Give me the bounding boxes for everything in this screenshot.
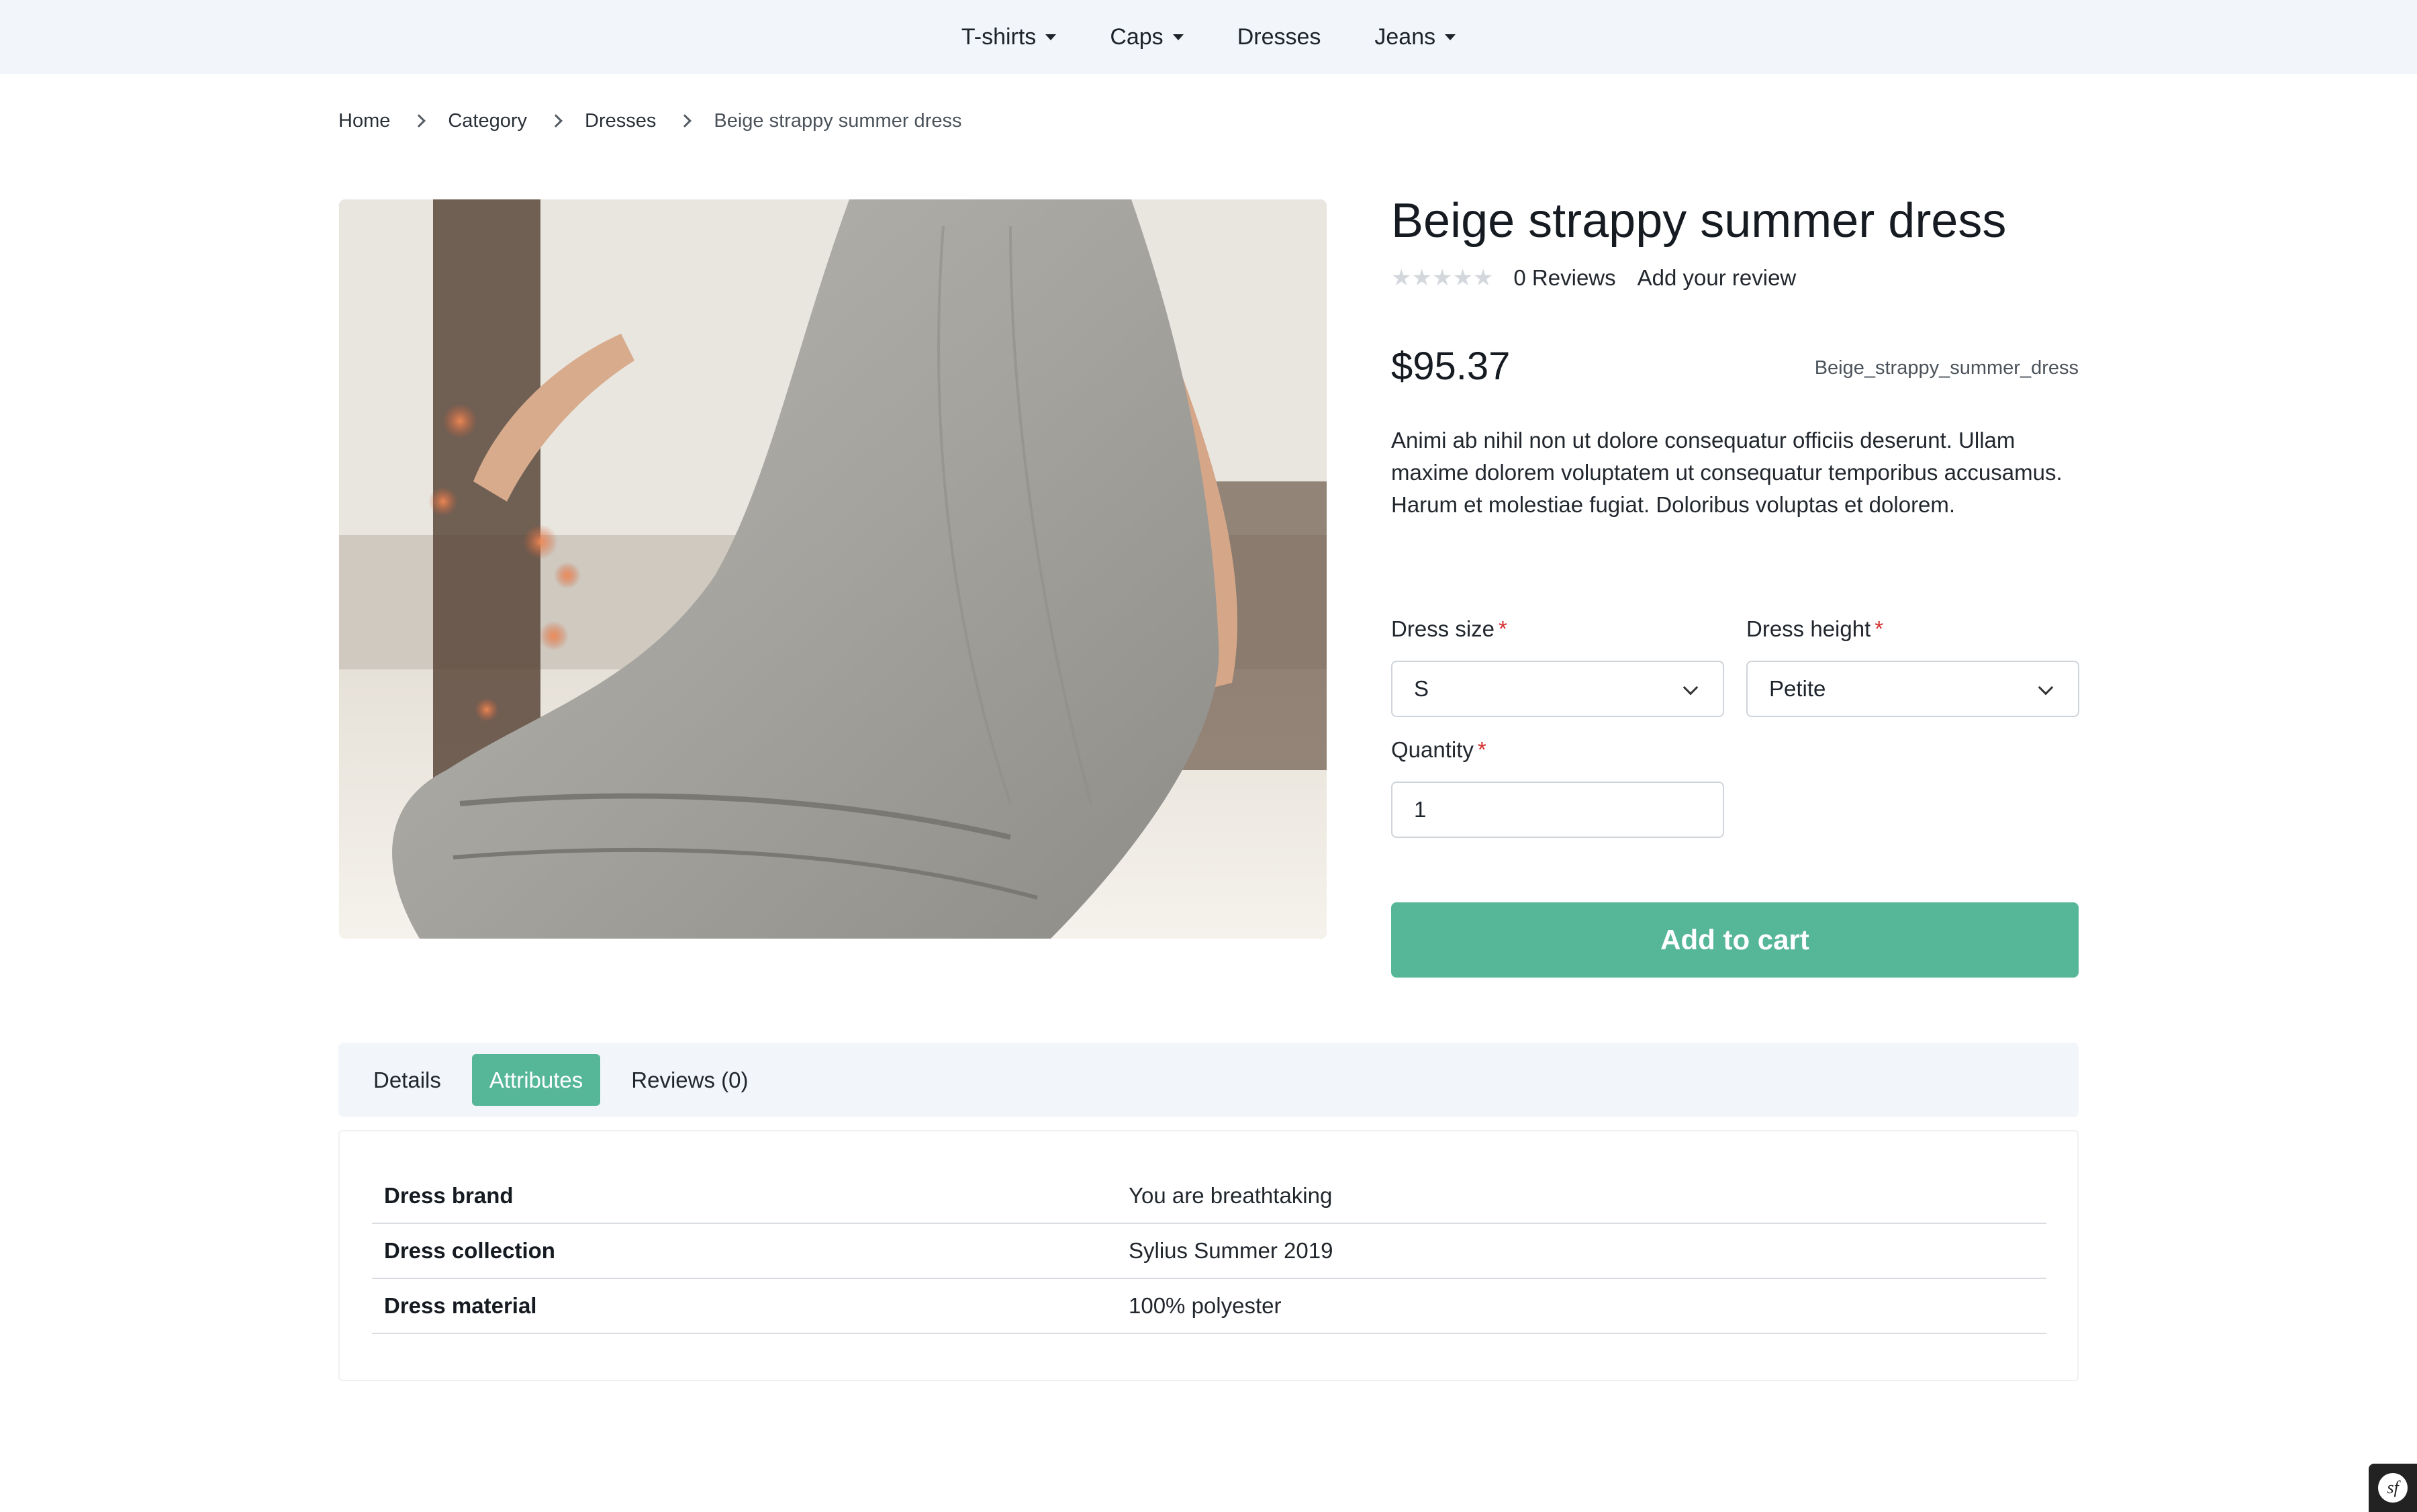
required-marker: * bbox=[1875, 616, 1884, 641]
breadcrumb-current: Beige strappy summer dress bbox=[714, 109, 962, 132]
tab-attributes[interactable]: Attributes bbox=[471, 1054, 601, 1106]
tab-details[interactable]: Details bbox=[356, 1054, 459, 1106]
attribute-value: Sylius Summer 2019 bbox=[1129, 1238, 1333, 1263]
star-rating-icon: ★★★★★ bbox=[1391, 265, 1494, 291]
quantity-input[interactable] bbox=[1391, 782, 1724, 838]
product-sku: Beige_strappy_summer_dress bbox=[1814, 357, 2079, 379]
dress-size-select[interactable]: S bbox=[1391, 661, 1724, 717]
nav-item-label: T-shirts bbox=[961, 23, 1037, 50]
label-text: Dress height bbox=[1746, 616, 1871, 641]
dress-height-label: Dress height * bbox=[1746, 616, 1883, 642]
debug-toolbar-badge[interactable]: sf bbox=[2369, 1464, 2417, 1512]
product-description: Animi ab nihil non ut dolore consequatur… bbox=[1391, 428, 2063, 517]
attributes-panel: Dress brand You are breathtaking Dress c… bbox=[338, 1130, 2079, 1381]
tab-reviews[interactable]: Reviews (0) bbox=[614, 1054, 765, 1106]
breadcrumb-category[interactable]: Category bbox=[448, 110, 527, 132]
nav-item-label: Caps bbox=[1110, 23, 1164, 50]
product-rating: ★★★★★ 0 Reviews Add your review bbox=[1391, 263, 1796, 293]
caret-down-icon bbox=[1445, 34, 1456, 40]
chevron-right-icon bbox=[412, 114, 426, 128]
product-tabs: Details Attributes Reviews (0) bbox=[338, 1043, 2079, 1117]
caret-down-icon bbox=[1172, 34, 1184, 40]
chevron-down-icon bbox=[2038, 679, 2054, 696]
required-marker: * bbox=[1499, 616, 1507, 641]
table-row: Dress material 100% polyester bbox=[372, 1279, 2046, 1334]
chevron-down-icon bbox=[1683, 679, 1699, 696]
add-to-cart-button[interactable]: Add to cart bbox=[1391, 902, 2079, 978]
table-row: Dress collection Sylius Summer 2019 bbox=[372, 1224, 2046, 1279]
select-value: S bbox=[1414, 676, 1429, 701]
attributes-table: Dress brand You are breathtaking Dress c… bbox=[372, 1169, 2046, 1334]
label-text: Quantity bbox=[1391, 737, 1474, 762]
quantity-label: Quantity * bbox=[1391, 737, 1486, 763]
reviews-count: 0 Reviews bbox=[1513, 265, 1616, 290]
breadcrumb: Home Category Dresses Beige strappy summ… bbox=[338, 107, 961, 134]
product-title: Beige strappy summer dress bbox=[1391, 194, 2007, 248]
chevron-right-icon bbox=[678, 114, 692, 128]
breadcrumb-home[interactable]: Home bbox=[338, 110, 390, 132]
product-image[interactable] bbox=[339, 199, 1327, 939]
attribute-value: 100% polyester bbox=[1129, 1293, 1282, 1318]
breadcrumb-dresses[interactable]: Dresses bbox=[585, 110, 656, 132]
dress-size-label: Dress size * bbox=[1391, 616, 1507, 642]
select-value: Petite bbox=[1769, 676, 1826, 701]
nav-item-label: Jeans bbox=[1374, 23, 1436, 50]
nav-item-caps[interactable]: Caps bbox=[1110, 23, 1184, 50]
dress-height-select[interactable]: Petite bbox=[1746, 661, 2079, 717]
nav-item-tshirts[interactable]: T-shirts bbox=[961, 23, 1057, 50]
nav-item-dresses[interactable]: Dresses bbox=[1237, 24, 1321, 50]
symfony-icon: sf bbox=[2378, 1473, 2408, 1503]
main-navigation: T-shirts Caps Dresses Jeans bbox=[0, 0, 2417, 74]
attribute-name: Dress collection bbox=[384, 1238, 555, 1263]
nav-item-jeans[interactable]: Jeans bbox=[1374, 24, 1456, 50]
attribute-name: Dress brand bbox=[384, 1183, 514, 1208]
table-row: Dress brand You are breathtaking bbox=[372, 1169, 2046, 1224]
chevron-right-icon bbox=[549, 114, 563, 128]
attribute-value: You are breathtaking bbox=[1129, 1183, 1333, 1208]
product-photo bbox=[339, 199, 1327, 939]
attribute-name: Dress material bbox=[384, 1293, 537, 1318]
caret-down-icon bbox=[1045, 34, 1057, 40]
label-text: Dress size bbox=[1391, 616, 1495, 641]
add-review-link[interactable]: Add your review bbox=[1638, 265, 1797, 291]
required-marker: * bbox=[1477, 737, 1486, 762]
nav-item-label: Dresses bbox=[1237, 23, 1321, 50]
product-price: $95.37 bbox=[1391, 344, 1511, 388]
